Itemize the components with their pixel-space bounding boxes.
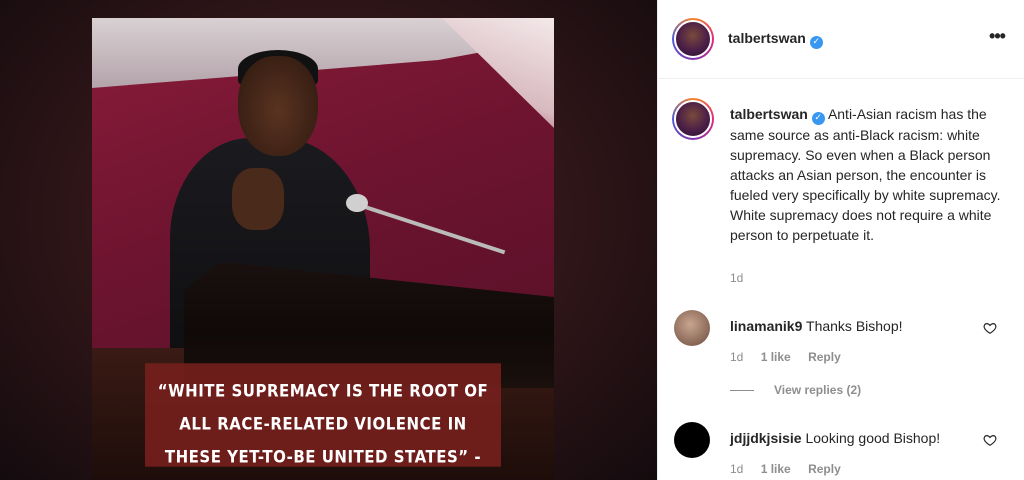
comment-body: Looking good Bishop! xyxy=(805,430,941,446)
image-quote-text: “WHITE SUPREMACY IS THE ROOT OF ALL RACE… xyxy=(145,363,501,480)
caption-username[interactable]: talbertswan xyxy=(730,106,808,122)
comment-time[interactable]: 1d xyxy=(730,350,743,364)
comment-item: linamanik9 Thanks Bishop! 1d 1 like Repl… xyxy=(658,310,1024,370)
comment-avatar[interactable] xyxy=(674,422,710,458)
comment-meta: 1d 1 like Reply xyxy=(730,462,855,476)
post-header: talbertswan ✓ ••• xyxy=(658,0,1024,79)
author-avatar-image xyxy=(674,20,712,58)
view-replies-line xyxy=(730,390,754,392)
comment-username[interactable]: jdjjdkjsisie xyxy=(730,430,802,446)
heart-icon[interactable] xyxy=(983,433,997,447)
reply-button[interactable]: Reply xyxy=(808,350,841,364)
comment-likes[interactable]: 1 like xyxy=(761,462,791,476)
caption-text: talbertswan ✓ Anti-Asian racism has the s… xyxy=(730,104,1010,245)
comment-body: Thanks Bishop! xyxy=(806,318,903,334)
view-replies-button[interactable]: View replies (2) xyxy=(730,383,861,397)
verified-badge-icon: ✓ xyxy=(809,36,823,49)
reply-button[interactable]: Reply xyxy=(808,462,841,476)
heart-icon[interactable] xyxy=(983,321,997,335)
comment-text: linamanik9 Thanks Bishop! xyxy=(730,318,903,334)
view-replies-label[interactable]: View replies (2) xyxy=(774,383,861,397)
post-image[interactable]: “WHITE SUPREMACY IS THE ROOT OF ALL RACE… xyxy=(92,18,554,480)
comment-username[interactable]: linamanik9 xyxy=(730,318,802,334)
author-username[interactable]: talbertswan ✓ xyxy=(728,30,823,49)
author-avatar[interactable] xyxy=(672,18,714,60)
comment-likes[interactable]: 1 like xyxy=(761,350,791,364)
speaker-hand xyxy=(232,168,284,230)
caption-avatar[interactable] xyxy=(672,98,714,140)
caption-avatar-image xyxy=(674,100,712,138)
comment-meta: 1d 1 like Reply xyxy=(730,350,855,364)
more-options-icon[interactable]: ••• xyxy=(985,27,1009,51)
comment-item: jdjjdkjsisie Looking good Bishop! 1d 1 l… xyxy=(658,422,1024,480)
post-media-panel: “WHITE SUPREMACY IS THE ROOT OF ALL RACE… xyxy=(0,0,657,480)
comment-avatar[interactable] xyxy=(674,310,710,346)
caption-timestamp[interactable]: 1d xyxy=(730,271,743,285)
post-sidebar: talbertswan ✓ ••• talbertswan ✓ Anti-Asian… xyxy=(657,0,1024,480)
comment-time[interactable]: 1d xyxy=(730,462,743,476)
caption-verified-badge-icon: ✓ xyxy=(811,112,825,125)
microphone-icon xyxy=(346,194,368,212)
comment-text: jdjjdkjsisie Looking good Bishop! xyxy=(730,430,940,446)
speaker-head xyxy=(238,56,318,156)
caption-body: Anti-Asian racism has the same source as… xyxy=(730,106,1001,243)
microphone-stand xyxy=(361,204,506,255)
author-username-text[interactable]: talbertswan xyxy=(728,30,806,46)
